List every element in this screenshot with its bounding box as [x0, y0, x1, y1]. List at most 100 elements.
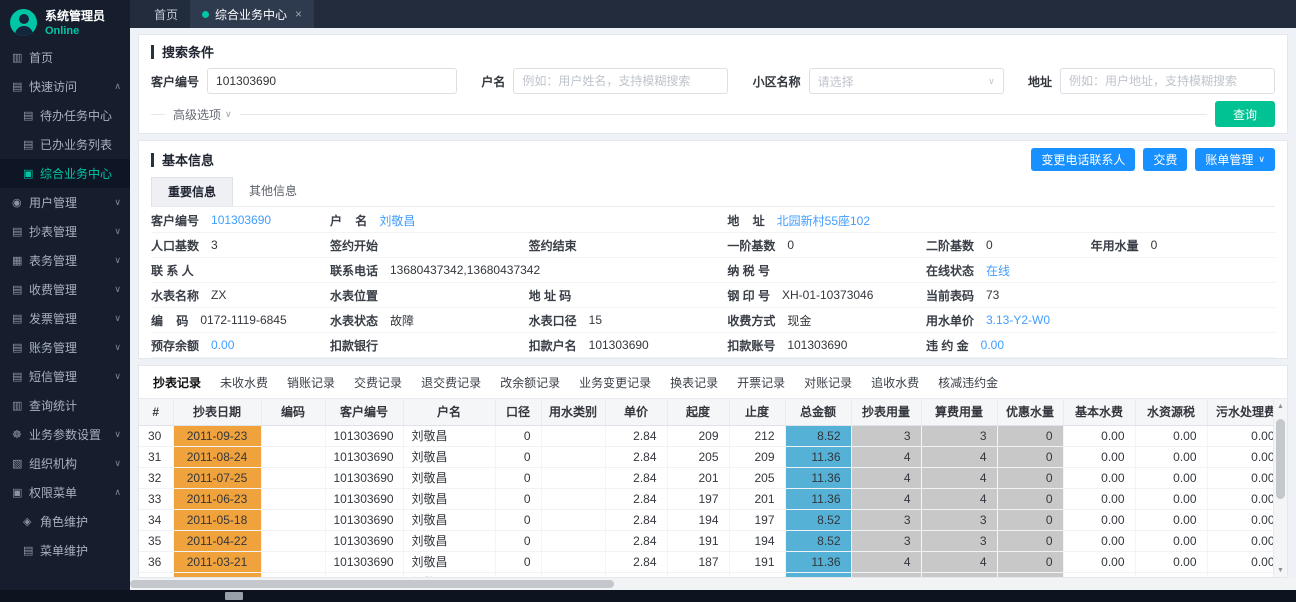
record-tab[interactable]: 未收水费	[220, 374, 268, 391]
record-tab[interactable]: 业务变更记录	[579, 374, 651, 391]
table-row[interactable]: 312011-08-24101303690刘敬昌02.8420520911.36…	[139, 446, 1285, 467]
scroll-up-icon[interactable]: ▲	[1274, 399, 1287, 413]
sidebar-menu: ▥ 首页 ▤ 快速访问 ∧ ▤ 待办任务中心 ▤	[0, 43, 130, 590]
sidebar-item[interactable]: ☸ 业务参数设置 ∨	[0, 420, 130, 449]
sidebar-item[interactable]: ◈ 角色维护	[0, 507, 130, 536]
sidebar-item[interactable]: ▤ 已办业务列表	[0, 130, 130, 159]
sidebar-item[interactable]: ▣ 综合业务中心	[0, 159, 130, 188]
vertical-scrollbar[interactable]: ▲ ▼	[1273, 399, 1287, 577]
sidebar-item[interactable]: ▤ 菜单维护	[0, 536, 130, 565]
table-row[interactable]: 322011-07-25101303690刘敬昌02.8420120511.36…	[139, 467, 1285, 488]
record-tab[interactable]: 抄表记录	[153, 374, 201, 391]
user-panel[interactable]: 系统管理员 Online	[0, 0, 130, 43]
sidebar-item[interactable]: ▤ 收费管理 ∨	[0, 275, 130, 304]
household-name-input[interactable]	[513, 68, 728, 94]
table-row[interactable]: 372011-02-24101303690刘敬昌02.8418318711.36…	[139, 572, 1285, 577]
tab-home[interactable]: 首页	[142, 0, 190, 28]
info-tab[interactable]: 其他信息	[233, 177, 313, 206]
info-value[interactable]: 在线	[986, 262, 1010, 279]
sidebar-item[interactable]: ▥ 查询统计	[0, 391, 130, 420]
close-tab-icon[interactable]: ×	[295, 7, 302, 21]
address-input[interactable]	[1060, 68, 1275, 94]
table-cell: 197	[729, 509, 785, 530]
info-cell: 预存余额 0.00	[151, 333, 330, 358]
info-value[interactable]: 3.13-Y2-W0	[986, 313, 1050, 327]
record-tab[interactable]: 核减违约金	[938, 374, 998, 391]
sidebar-item[interactable]: ▦ 表务管理 ∨	[0, 246, 130, 275]
query-button[interactable]: 查询	[1215, 101, 1275, 127]
search-section-title: 搜索条件	[151, 42, 1275, 61]
info-value[interactable]: 0.00	[981, 338, 1004, 352]
scroll-down-icon[interactable]: ▼	[1274, 563, 1287, 577]
customer-no-input[interactable]	[207, 68, 457, 94]
info-cell: 编 码 0172-1119-6845	[151, 308, 330, 333]
table-cell	[261, 530, 325, 551]
info-value[interactable]: 101303690	[211, 213, 271, 227]
sidebar-item[interactable]: ▣ 权限菜单 ∧	[0, 478, 130, 507]
table-cell: 刘敬昌	[403, 467, 495, 488]
main-area: 首页 综合业务中心 × 搜索条件 客户编号	[130, 0, 1296, 590]
column-header: 总金额	[785, 399, 851, 425]
info-value[interactable]: 刘敬昌	[379, 212, 415, 229]
horizontal-scrollbar[interactable]	[130, 578, 1296, 590]
record-tab[interactable]: 交费记录	[354, 374, 402, 391]
table-cell: 0	[495, 425, 541, 446]
record-tab[interactable]: 改余额记录	[500, 374, 560, 391]
sidebar-item[interactable]: ▥ 首页	[0, 43, 130, 72]
pay-button[interactable]: 交费	[1143, 148, 1187, 171]
table-cell: 3	[851, 425, 921, 446]
advanced-options-toggle[interactable]: 高级选项 ∨	[173, 106, 232, 123]
column-header: 优惠水量	[997, 399, 1063, 425]
table-row[interactable]: 332011-06-23101303690刘敬昌02.8419720111.36…	[139, 488, 1285, 509]
community-select[interactable]: 请选择 ∨	[809, 68, 1004, 94]
info-value: 101303690	[787, 338, 847, 352]
record-tab[interactable]: 开票记录	[737, 374, 785, 391]
info-label: 联系电话	[330, 262, 378, 279]
sidebar-item[interactable]: ▤ 快速访问 ∧	[0, 72, 130, 101]
org-icon: ▧	[12, 457, 29, 470]
taskbar-item[interactable]	[225, 592, 243, 600]
change-phone-contact-button[interactable]: 变更电话联系人	[1031, 148, 1135, 171]
column-header: 编码	[261, 399, 325, 425]
sidebar-item[interactable]: ▤ 短信管理 ∨	[0, 362, 130, 391]
sidebar-item[interactable]: ▧ 组织机构 ∨	[0, 449, 130, 478]
record-tab[interactable]: 追收水费	[871, 374, 919, 391]
search-panel: 搜索条件 客户编号 户名 小区名称 请选择 ∨	[138, 34, 1288, 134]
table-row[interactable]: 352011-04-22101303690刘敬昌02.841911948.523…	[139, 530, 1285, 551]
table-row[interactable]: 342011-05-18101303690刘敬昌02.841941978.523…	[139, 509, 1285, 530]
basic-info-header: 基本信息 变更电话联系人 交费 账单管理 ∨	[151, 148, 1275, 171]
user-icon: ◉	[12, 196, 29, 209]
table-cell: 183	[667, 572, 729, 577]
table-cell: 4	[851, 572, 921, 577]
record-tab[interactable]: 对账记录	[804, 374, 852, 391]
table-cell: 4	[921, 488, 997, 509]
meter-mgmt-icon: ▦	[12, 254, 29, 267]
table-cell: 34	[139, 509, 173, 530]
record-tab[interactable]: 销账记录	[287, 374, 335, 391]
settings-gear-icon: ☸	[12, 428, 29, 441]
sidebar-item[interactable]: ▤ 账务管理 ∨	[0, 333, 130, 362]
title-accent-bar	[151, 153, 154, 167]
record-tab[interactable]: 换表记录	[670, 374, 718, 391]
bill-management-button[interactable]: 账单管理 ∨	[1195, 148, 1275, 171]
sidebar-item[interactable]: ▤ 发票管理 ∨	[0, 304, 130, 333]
info-value: 13680437342,13680437342	[390, 263, 540, 277]
info-value[interactable]: 0.00	[211, 338, 234, 352]
sidebar-item[interactable]: ▤ 抄表管理 ∨	[0, 217, 130, 246]
info-label: 年用水量	[1091, 237, 1139, 254]
tab-bar: 首页 综合业务中心 ×	[130, 0, 1296, 28]
sidebar-item-label: 组织机构	[29, 455, 110, 472]
tab-business-center[interactable]: 综合业务中心 ×	[190, 0, 314, 28]
info-tab[interactable]: 重要信息	[151, 177, 233, 206]
table-row[interactable]: 362011-03-21101303690刘敬昌02.8418719111.36…	[139, 551, 1285, 572]
scrollbar-thumb[interactable]	[1276, 419, 1285, 499]
record-tab[interactable]: 退交费记录	[421, 374, 481, 391]
table-cell: 2.84	[605, 572, 667, 577]
scrollbar-track[interactable]	[1274, 413, 1287, 563]
info-value[interactable]: 北园新村55座102	[777, 212, 870, 229]
app-window: 系统管理员 Online ▥ 首页 ▤ 快速访问 ∧ ▤	[0, 0, 1296, 590]
table-row[interactable]: 302011-09-23101303690刘敬昌02.842092128.523…	[139, 425, 1285, 446]
sidebar-item[interactable]: ◉ 用户管理 ∨	[0, 188, 130, 217]
sidebar-item[interactable]: ▤ 待办任务中心	[0, 101, 130, 130]
scrollbar-thumb[interactable]	[130, 580, 614, 588]
